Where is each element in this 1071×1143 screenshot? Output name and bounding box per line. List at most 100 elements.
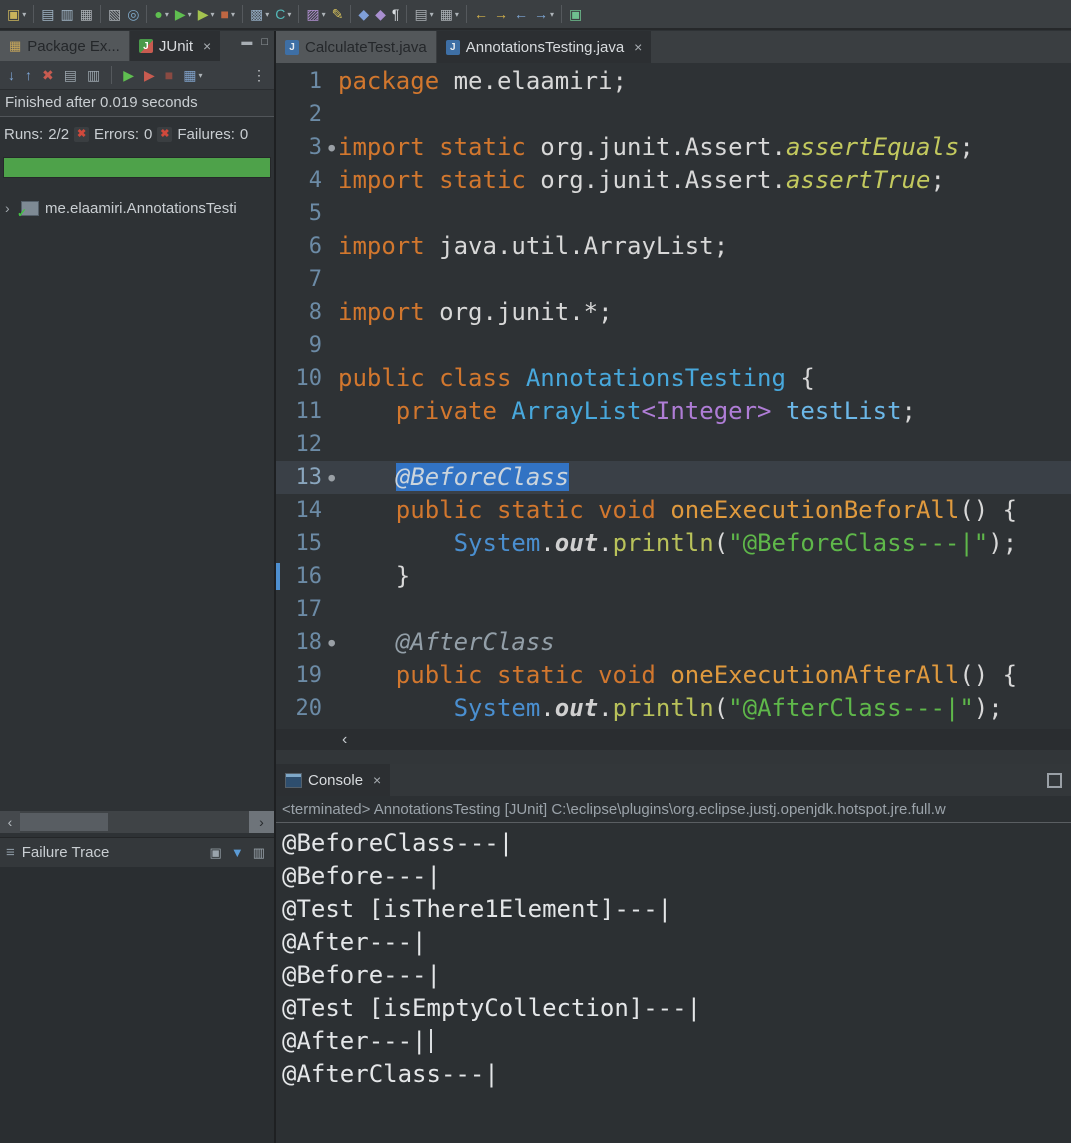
code-line[interactable]: 13 ● @BeforeClass [276, 461, 1071, 494]
scrollbar-thumb[interactable] [20, 813, 108, 831]
show-whitespace-button[interactable]: ¶ [389, 3, 403, 25]
rerun-failed-first-button[interactable]: ✖ [39, 64, 57, 86]
tab-junit[interactable]: J JUnit × [129, 31, 221, 61]
line-number: 20 [295, 696, 323, 721]
mail-button[interactable]: ▧ [105, 3, 124, 25]
code-line[interactable]: 4 import static org.junit.Assert.assertTr… [276, 164, 1071, 197]
scrollbar-track[interactable] [20, 811, 249, 833]
stop-button[interactable]: ■ [162, 64, 176, 86]
tab-label: CalculateTest.java [305, 38, 427, 56]
next-failed-test-button[interactable]: ↓ [5, 64, 18, 86]
save-all-button[interactable]: ▥ [57, 3, 76, 25]
code-line[interactable]: 14 public static void oneExecutionBeforA… [276, 494, 1071, 527]
console-line: @After---| [282, 928, 427, 956]
coverage-report-button[interactable]: ▨ ▾ [303, 3, 328, 25]
next-edit-location-button[interactable]: → [491, 3, 511, 25]
open-task-button[interactable]: ◆ [372, 3, 389, 25]
new-java-project-button[interactable]: ▩ ▾ [247, 3, 272, 25]
search-button[interactable]: ◎ [124, 3, 142, 25]
code-line[interactable]: 19 public static void oneExecutionAfterA… [276, 659, 1071, 692]
show-stack-trace-console-button[interactable]: ▣ [207, 842, 225, 864]
tab-console[interactable]: Console × [276, 764, 391, 796]
maximize-view-icon[interactable]: □ [261, 36, 268, 48]
code-line[interactable]: 16 } [276, 560, 1071, 593]
print-button[interactable]: ▦ [77, 3, 96, 25]
sort-button-icon: ▤ [414, 6, 428, 22]
minimize-view-icon[interactable]: ▬ [241, 36, 252, 48]
code-line[interactable]: 12 [276, 428, 1071, 461]
maximize-console-icon[interactable] [1047, 772, 1062, 788]
editor-horizontal-scrollbar[interactable]: ‹ [276, 729, 1071, 750]
code-area[interactable]: 1 package me.elaamiri; 2 3 ● import static or… [276, 63, 1071, 729]
hierarchy-button[interactable]: ▦ ▾ [437, 3, 462, 25]
line-number: 8 [308, 300, 322, 325]
line-number: 18 [295, 630, 323, 655]
test-tree-item-label: me.elaamiri.AnnotationsTesti [45, 199, 237, 217]
junit-progress-fill [4, 158, 270, 177]
coverage-button[interactable]: ▶ ▾ [195, 3, 218, 25]
view-menu-button-icon: ⋮ [252, 67, 266, 83]
close-icon[interactable]: × [373, 772, 381, 788]
code-line[interactable]: 9 [276, 329, 1071, 362]
new-java-class-button[interactable]: C ▾ [272, 3, 294, 25]
external-tools-button[interactable]: ■ ▾ [217, 3, 237, 25]
show-failures-only-button[interactable]: ▤ [61, 64, 80, 86]
splitter[interactable] [276, 750, 1071, 764]
code-line[interactable]: 2 [276, 98, 1071, 131]
line-number-gutter: 9 [276, 329, 338, 362]
test-run-history-button[interactable]: ▦ ▾ [180, 64, 205, 86]
previous-failed-test-button[interactable]: ↑ [22, 64, 35, 86]
last-edit-location-button[interactable]: ← [471, 3, 491, 25]
code-line[interactable]: 1 package me.elaamiri; [276, 65, 1071, 98]
code-line[interactable]: 6 import java.util.ArrayList; [276, 230, 1071, 263]
failure-trace-body [0, 867, 274, 1143]
tab-annotationstesting-java[interactable]: J AnnotationsTesting.java × [436, 31, 652, 63]
code-line[interactable]: 10 public class AnnotationsTesting { [276, 362, 1071, 395]
line-number-gutter: 2 [276, 98, 338, 131]
perspective-button[interactable]: ▣ [566, 3, 585, 25]
filter-stack-trace-button[interactable]: ▼ [228, 842, 247, 864]
line-number-gutter: 18 ● [276, 626, 338, 659]
close-icon[interactable]: × [203, 38, 211, 54]
java-file-icon: J [285, 39, 299, 55]
scroll-left-icon[interactable]: ‹ [342, 731, 347, 749]
forward-button[interactable]: → ▾ [531, 3, 557, 25]
show-skipped-only-button[interactable]: ▥ [84, 64, 103, 86]
code-line[interactable]: 17 [276, 593, 1071, 626]
next-failed-test-button-icon: ↓ [8, 67, 15, 83]
new-java-project-button-icon: ▩ [249, 6, 264, 22]
code-line[interactable]: 11 private ArrayList<Integer> testList; [276, 395, 1071, 428]
tab-calculatetest-java[interactable]: J CalculateTest.java [276, 31, 437, 63]
new-wizard-button[interactable]: ▣ ▾ [4, 3, 29, 25]
code-line[interactable]: 20 System.out.println("@AfterClass---|")… [276, 692, 1071, 725]
code-line[interactable]: 8 import org.junit.*; [276, 296, 1071, 329]
toolbar-separator [560, 5, 562, 23]
rerun-test-button[interactable]: ▶ [120, 64, 137, 86]
mail-button-icon: ▧ [107, 6, 122, 22]
code-line[interactable]: 15 System.out.println("@BeforeClass---|"… [276, 527, 1071, 560]
rerun-failed-button[interactable]: ▶ [141, 64, 158, 86]
test-tree-item[interactable]: › me.elaamiri.AnnotationsTesti [0, 196, 274, 220]
run-button[interactable]: ▶ ▾ [172, 3, 195, 25]
code-line[interactable]: 3 ● import static org.junit.Assert.assertE… [276, 131, 1071, 164]
format-button[interactable]: ✎ [329, 3, 347, 25]
left-horizontal-scrollbar[interactable]: ‹ › [0, 811, 274, 833]
scroll-left-icon[interactable]: ‹ [0, 811, 20, 833]
chevron-right-icon[interactable]: › [5, 200, 15, 216]
code-line[interactable]: 7 [276, 263, 1071, 296]
back-button[interactable]: ← [511, 3, 531, 25]
sort-button[interactable]: ▤ ▾ [411, 3, 436, 25]
view-menu-button[interactable]: ⋮ [249, 64, 269, 86]
open-type-button[interactable]: ◆ [355, 3, 372, 25]
scroll-right-icon[interactable]: › [249, 811, 274, 833]
console-output[interactable]: @BeforeClass---| @Before---| @Test [isTher… [276, 823, 1071, 1143]
debug-button[interactable]: ● ▾ [151, 3, 171, 25]
console-icon [285, 772, 302, 788]
compare-results-button[interactable]: ▥ [250, 842, 268, 864]
code-line[interactable]: 5 [276, 197, 1071, 230]
tab-package-explorer[interactable]: ▦ Package Ex... [0, 31, 130, 61]
close-icon[interactable]: × [634, 39, 642, 55]
code-line[interactable]: 18 ● @AfterClass [276, 626, 1071, 659]
save-button[interactable]: ▤ [38, 3, 57, 25]
toolbar-separator [241, 5, 243, 23]
